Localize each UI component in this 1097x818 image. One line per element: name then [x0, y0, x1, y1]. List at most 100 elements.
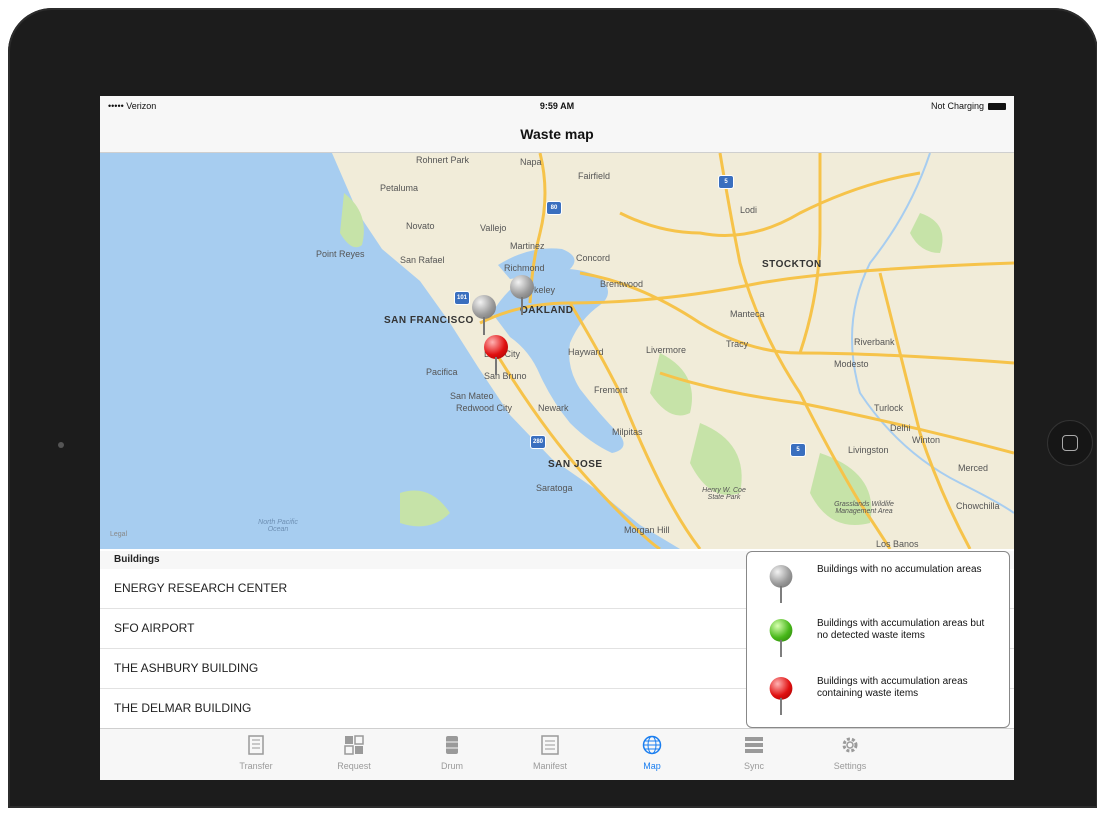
pin-stem	[780, 697, 782, 715]
map-label-manteca: Manteca	[730, 309, 765, 319]
map-label-saratoga: Saratoga	[536, 483, 573, 493]
legend-text-green: Buildings with accumulation areas but no…	[817, 618, 985, 641]
park-area	[650, 353, 692, 416]
tab-manifest[interactable]: Manifest	[520, 735, 580, 771]
map-label-livingston: Livingston	[848, 445, 889, 455]
camera	[58, 442, 64, 448]
legend-row-gray: Buildings with no accumulation areas	[761, 560, 1001, 610]
pin-head	[510, 275, 534, 299]
legend-row-green: Buildings with accumulation areas but no…	[761, 614, 1001, 664]
map-label-chowchilla: Chowchilla	[956, 501, 1000, 511]
map-label-point-reyes: Point Reyes	[316, 249, 365, 259]
nav-bar: Waste map	[100, 116, 1014, 153]
map-label-henry-coe: Henry W. Coe State Park	[702, 487, 746, 501]
pin-stem	[483, 317, 485, 335]
building-pin-gray[interactable]	[472, 295, 496, 335]
map-label-riverbank: Riverbank	[854, 337, 895, 347]
map-label-morgan-hill: Morgan Hill	[624, 525, 670, 535]
map-label-redwood-city: Redwood City	[456, 403, 513, 413]
map-label-livermore: Livermore	[646, 345, 687, 355]
page-title: Waste map	[520, 126, 594, 142]
red-pin-icon	[769, 677, 793, 715]
map-label-brentwood: Brentwood	[600, 279, 644, 289]
building-pin-red[interactable]	[484, 335, 508, 375]
drum-icon	[442, 735, 462, 755]
map-label-vallejo: Vallejo	[480, 223, 507, 233]
map-label-san-mateo: San Mateo	[450, 391, 494, 401]
pin-head	[769, 565, 793, 588]
map-label-grasslands: Grasslands Wildlife Management Area	[834, 501, 894, 515]
map-label-pacifica: Pacifica	[426, 367, 458, 377]
highway-shield: 80	[546, 201, 562, 215]
map-label-san-rafael: San Rafael	[400, 255, 445, 265]
tab-settings[interactable]: Settings	[820, 735, 880, 771]
map-label-lodi: Lodi	[740, 205, 758, 215]
map-label-turlock: Turlock	[874, 403, 904, 413]
map-label-napa: Napa	[520, 157, 542, 167]
map-label-north-pacific: North Pacific Ocean	[258, 519, 298, 533]
legend-row-red: Buildings with accumulation areas contai…	[761, 672, 1001, 722]
pin-stem	[780, 639, 782, 657]
map-label-milpitas: Milpitas	[612, 427, 643, 437]
home-button[interactable]	[1047, 420, 1093, 466]
battery-icon	[988, 102, 1006, 110]
map-label-los-banos: Los Banos	[876, 539, 919, 549]
tab-drum[interactable]: Drum	[422, 735, 482, 771]
pin-stem	[495, 357, 497, 375]
map-label-martinez: Martinez	[510, 241, 545, 251]
tab-label: Drum	[441, 761, 463, 771]
map-legal-link[interactable]: Legal	[110, 531, 127, 538]
map-label-petaluma: Petaluma	[380, 183, 419, 193]
pin-head	[484, 335, 508, 359]
tab-bar: Transfer Request Drum Manifest Map Sync …	[100, 728, 1014, 780]
status-time: 9:59 AM	[539, 101, 575, 111]
legend-text-red: Buildings with accumulation areas contai…	[817, 676, 968, 699]
highway-shield: 5	[790, 443, 806, 457]
park-area	[690, 423, 742, 495]
map-label-tracy: Tracy	[726, 339, 749, 349]
map-label-richmond: Richmond	[504, 263, 545, 273]
pin-stem	[780, 585, 782, 603]
tab-map[interactable]: Map	[622, 735, 682, 771]
map-label-san-jose: SAN JOSE	[548, 459, 603, 470]
sync-icon	[744, 735, 764, 755]
tab-label: Map	[643, 761, 661, 771]
tab-label: Request	[337, 761, 371, 771]
map-label-hayward: Hayward	[568, 347, 604, 357]
tab-label: Settings	[833, 761, 867, 771]
highway-shield: 5	[718, 175, 734, 189]
gear-icon	[840, 735, 860, 755]
tab-sync[interactable]: Sync	[724, 735, 784, 771]
green-pin-icon	[769, 619, 793, 657]
legend-text-gray: Buildings with no accumulation areas	[817, 564, 982, 575]
map-label-san-francisco: SAN FRANCISCO	[384, 315, 474, 326]
map-view[interactable]: Rohnert Park Napa Fairfield Petaluma Nov…	[100, 153, 1014, 549]
highway-shield: 280	[530, 435, 546, 449]
manifest-icon	[540, 735, 560, 755]
building-pin-gray[interactable]	[510, 275, 534, 315]
screen: ••••• Verizon 9:59 AM Not Charging Waste…	[100, 96, 1014, 780]
map-label-delhi: Delhi	[890, 423, 911, 433]
map-label-fairfield: Fairfield	[578, 171, 611, 181]
globe-icon	[642, 735, 662, 755]
charging-label: Not Charging	[930, 101, 984, 111]
tab-label: Transfer	[239, 761, 273, 771]
pin-head	[769, 619, 793, 642]
river	[851, 153, 1014, 514]
park-area	[910, 213, 943, 253]
tab-request[interactable]: Request	[324, 735, 384, 771]
gray-pin-icon	[769, 565, 793, 603]
pin-head	[769, 677, 793, 700]
tab-label: Manifest	[532, 761, 567, 771]
map-label-stockton: STOCKTON	[762, 259, 822, 270]
map-label-fremont: Fremont	[594, 385, 628, 395]
status-bar: ••••• Verizon 9:59 AM Not Charging	[100, 96, 1014, 116]
tab-label: Sync	[743, 761, 764, 771]
pin-stem	[521, 297, 523, 315]
tab-transfer[interactable]: Transfer	[226, 735, 286, 771]
map-label-newark: Newark	[538, 403, 569, 413]
map-label-merced: Merced	[958, 463, 989, 473]
home-button-icon	[1062, 435, 1078, 451]
request-icon	[344, 735, 364, 755]
pin-legend: Buildings with no accumulation areas Bui…	[746, 551, 1010, 728]
